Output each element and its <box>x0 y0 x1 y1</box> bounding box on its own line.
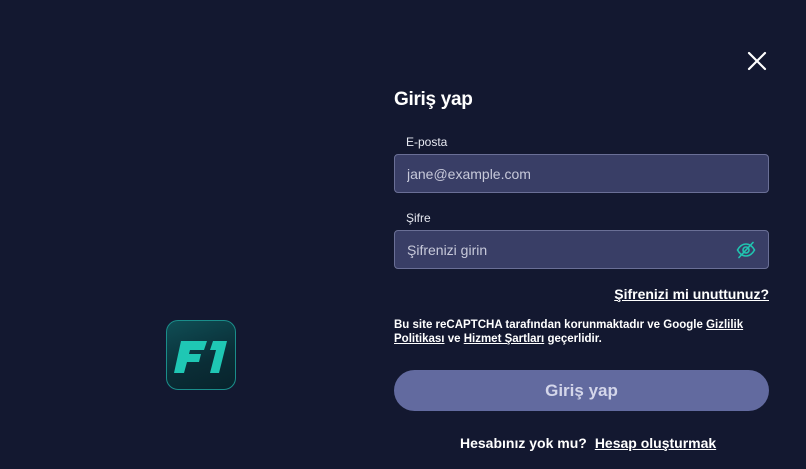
password-label: Şifre <box>406 211 431 225</box>
terms-of-service-link[interactable]: Hizmet Şartları <box>464 333 545 345</box>
recaptcha-suffix: geçerlidir. <box>547 333 602 345</box>
email-field-container <box>394 154 769 193</box>
login-button[interactable]: Giriş yap <box>394 370 769 411</box>
recaptcha-and: ve <box>447 333 461 345</box>
email-field[interactable] <box>407 155 727 192</box>
password-field-container <box>394 230 769 269</box>
recaptcha-notice: Bu site reCAPTCHA tarafından korunmaktad… <box>394 318 774 346</box>
password-field[interactable] <box>407 231 727 268</box>
recaptcha-prefix: Bu site reCAPTCHA tarafından korunmaktad… <box>394 319 703 331</box>
f1-logo-icon <box>174 341 227 373</box>
forgot-password-link[interactable]: Şifrenizi mi unuttunuz? <box>614 286 769 302</box>
no-account-text: Hesabınız yok mu? <box>460 435 587 451</box>
email-label: E-posta <box>406 135 448 149</box>
signup-row: Hesabınız yok mu? Hesap oluşturmak <box>460 435 716 451</box>
login-title: Giriş yap <box>394 89 473 110</box>
close-icon[interactable] <box>746 50 768 72</box>
app-logo <box>166 320 236 390</box>
eye-off-icon[interactable] <box>736 241 756 259</box>
create-account-link[interactable]: Hesap oluşturmak <box>595 435 716 451</box>
